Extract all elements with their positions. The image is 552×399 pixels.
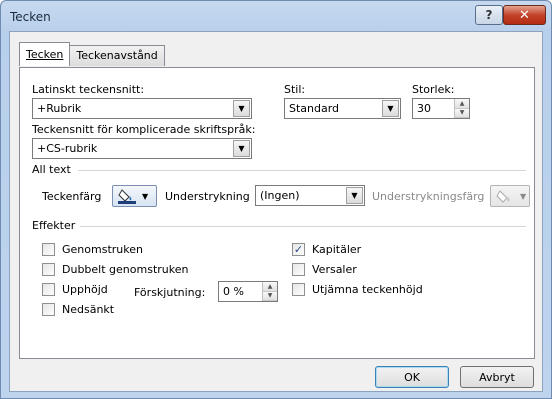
tab-teckenavstand[interactable]: Teckenavstånd xyxy=(69,45,165,66)
paint-bucket-icon xyxy=(116,188,138,205)
small-caps-label: Kapitäler xyxy=(312,243,362,256)
chevron-down-icon[interactable]: ▼ xyxy=(233,100,250,117)
effects-group-label: Effekter xyxy=(32,219,76,232)
window-title: Tecken xyxy=(10,10,51,24)
latin-font-value: +Rubrik xyxy=(37,102,82,115)
paint-bucket-icon xyxy=(494,188,516,205)
dialog-window: Tecken ? ✕ Tecken Teckenavstånd Latinskt… xyxy=(0,0,552,399)
tab-tecken-label: Tecken xyxy=(26,48,64,61)
underline-value: (Ingen) xyxy=(260,189,300,202)
font-color-label: Teckenfärg xyxy=(42,190,102,203)
equalize-height-label: Utjämna teckenhöjd xyxy=(312,283,423,296)
effects-separator xyxy=(80,226,526,227)
all-caps-label: Versaler xyxy=(312,263,357,276)
checkmark-icon: ✓ xyxy=(293,243,304,256)
double-strikethrough-label: Dubbelt genomstruken xyxy=(62,263,189,276)
dialog-client: Tecken Teckenavstånd Latinskt teckensnit… xyxy=(9,31,543,392)
style-label: Stil: xyxy=(284,83,306,96)
chevron-down-icon: ▼ xyxy=(142,191,149,201)
chevron-down-icon: ▼ xyxy=(520,191,527,201)
complex-font-value: +CS-rubrik xyxy=(37,142,98,155)
title-bar[interactable]: Tecken ? ✕ xyxy=(1,1,551,31)
help-button[interactable]: ? xyxy=(475,5,503,25)
spin-down-icon[interactable]: ▼ xyxy=(455,108,469,118)
subscript-checkbox[interactable] xyxy=(42,303,55,316)
ok-button[interactable]: OK xyxy=(375,366,449,388)
offset-spinner[interactable]: 0 % ▲ ▼ xyxy=(218,281,278,302)
superscript-label: Upphöjd xyxy=(62,283,108,296)
size-value: 30 xyxy=(417,102,431,115)
small-caps-checkbox[interactable]: ✓ xyxy=(292,243,305,256)
style-combo[interactable]: Standard ▼ xyxy=(284,98,401,119)
underline-combo[interactable]: (Ingen) ▼ xyxy=(255,185,365,206)
equalize-height-checkbox[interactable] xyxy=(292,283,305,296)
offset-spin-buttons[interactable]: ▲ ▼ xyxy=(262,282,277,301)
all-text-group-label: All text xyxy=(32,163,71,176)
style-value: Standard xyxy=(289,102,340,115)
superscript-checkbox[interactable] xyxy=(42,283,55,296)
complex-font-label: Teckensnitt för komplicerade skriftspråk… xyxy=(32,123,256,136)
size-label: Storlek: xyxy=(412,83,455,96)
cancel-button-label: Avbryt xyxy=(479,370,515,384)
close-icon: ✕ xyxy=(519,7,530,23)
ok-button-label: OK xyxy=(404,370,420,384)
tab-panel: Latinskt teckensnitt: +Rubrik ▼ Stil: St… xyxy=(19,67,535,359)
help-icon: ? xyxy=(485,8,493,22)
chevron-down-icon[interactable]: ▼ xyxy=(346,187,363,204)
cancel-button[interactable]: Avbryt xyxy=(460,366,534,388)
chevron-down-icon[interactable]: ▼ xyxy=(382,100,399,117)
all-text-separator xyxy=(78,170,526,171)
underline-color-button[interactable]: ▼ xyxy=(490,185,530,207)
subscript-label: Nedsänkt xyxy=(62,303,115,316)
all-caps-checkbox[interactable] xyxy=(292,263,305,276)
spin-down-icon[interactable]: ▼ xyxy=(263,291,277,301)
tab-tecken[interactable]: Tecken xyxy=(19,42,71,66)
font-color-button[interactable]: ▼ xyxy=(112,185,157,207)
double-strikethrough-checkbox[interactable] xyxy=(42,263,55,276)
chevron-down-icon[interactable]: ▼ xyxy=(233,140,250,157)
tab-teckenavstand-label: Teckenavstånd xyxy=(76,49,158,62)
underline-color-label: Understrykningsfärg xyxy=(372,190,485,203)
spin-up-icon[interactable]: ▲ xyxy=(455,99,469,109)
spin-up-icon[interactable]: ▲ xyxy=(263,282,277,292)
tab-bar: Tecken Teckenavstånd xyxy=(19,42,165,67)
size-spin-buttons[interactable]: ▲ ▼ xyxy=(454,99,469,118)
underline-label: Understrykning xyxy=(165,190,250,203)
strikethrough-checkbox[interactable] xyxy=(42,243,55,256)
latin-font-combo[interactable]: +Rubrik ▼ xyxy=(32,98,252,119)
offset-label: Förskjutning: xyxy=(134,286,206,299)
complex-font-combo[interactable]: +CS-rubrik ▼ xyxy=(32,138,252,159)
size-spinner[interactable]: 30 ▲ ▼ xyxy=(412,98,470,119)
close-button[interactable]: ✕ xyxy=(503,5,546,25)
strikethrough-label: Genomstruken xyxy=(62,243,143,256)
offset-value: 0 % xyxy=(223,285,244,298)
latin-font-label: Latinskt teckensnitt: xyxy=(32,83,145,96)
